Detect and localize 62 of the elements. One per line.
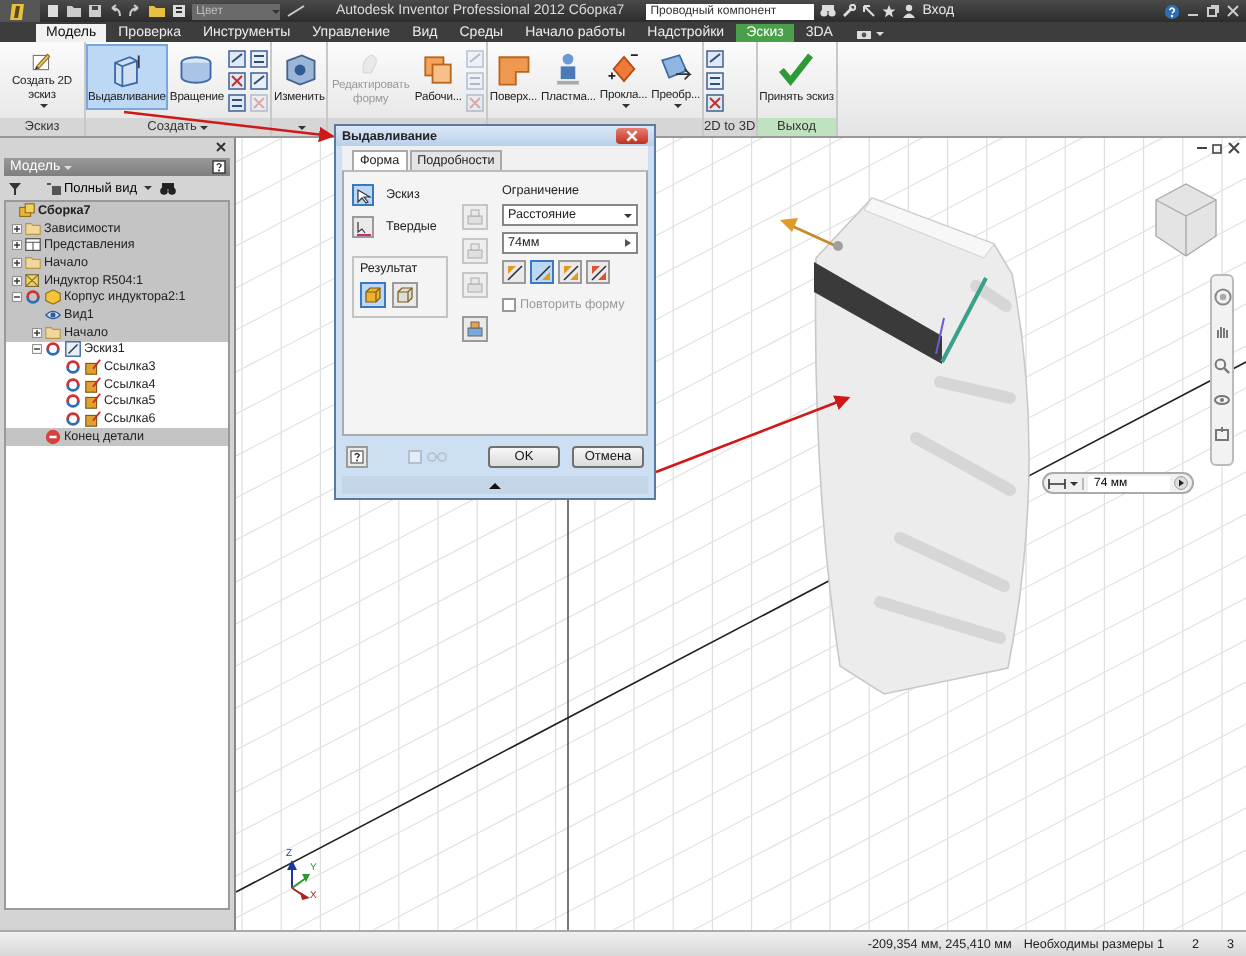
dimension-type-button[interactable] (1048, 477, 1084, 489)
apply-arrow-icon[interactable] (1174, 476, 1188, 490)
user-icon[interactable] (902, 4, 917, 18)
undo-icon[interactable] (108, 4, 122, 18)
close-icon[interactable] (216, 142, 226, 152)
wrench-icon[interactable] (842, 4, 857, 18)
expand-toggle-icon[interactable] (32, 344, 42, 355)
close-icon[interactable] (1228, 142, 1240, 154)
minimize-icon[interactable] (1196, 142, 1208, 154)
redo-icon[interactable] (128, 4, 142, 18)
caret-icon[interactable] (40, 104, 48, 108)
measure-icon[interactable] (286, 4, 306, 18)
help-icon[interactable] (212, 160, 226, 174)
filter-icon[interactable] (8, 181, 22, 195)
profile-select-button[interactable] (352, 184, 374, 206)
tool-icon[interactable] (228, 72, 247, 90)
solids-select-button[interactable] (352, 216, 374, 238)
direction-button[interactable] (558, 260, 582, 284)
tool-icon[interactable] (706, 72, 724, 90)
tool-icon[interactable] (228, 94, 247, 112)
app-menu-button[interactable] (0, 0, 40, 22)
view-icon (46, 181, 62, 195)
surface-icon (493, 50, 534, 90)
help-icon[interactable] (1164, 3, 1180, 19)
close-button[interactable] (616, 128, 648, 144)
cylinder-icon (176, 50, 217, 90)
folder-icon[interactable] (66, 4, 82, 18)
arrow-right-icon[interactable] (624, 238, 632, 248)
star-icon[interactable] (882, 4, 897, 18)
tool-icon[interactable] (250, 72, 269, 90)
orbit-icon[interactable] (1214, 392, 1230, 408)
coordinate-triad (287, 860, 310, 900)
caret-icon[interactable] (200, 125, 209, 129)
operation-button[interactable] (462, 316, 488, 342)
result-option-button[interactable] (360, 282, 386, 308)
parameters-icon[interactable] (172, 4, 186, 18)
new-file-icon[interactable] (46, 4, 60, 18)
zoom-icon[interactable] (1214, 358, 1230, 374)
caret-icon[interactable] (673, 104, 682, 108)
save-icon[interactable] (88, 4, 102, 18)
direction-button[interactable] (502, 260, 526, 284)
result-option-button[interactable] (392, 282, 418, 308)
diamond-icon (603, 50, 644, 88)
binoculars-icon[interactable] (820, 4, 837, 18)
folder-icon[interactable] (148, 4, 166, 18)
tool-icon[interactable] (228, 50, 247, 68)
tool-icon[interactable] (706, 94, 724, 112)
help-button[interactable] (346, 445, 368, 467)
look-at-icon[interactable] (1214, 426, 1230, 442)
steering-wheel-icon[interactable] (1213, 288, 1231, 306)
direction-arrow (780, 218, 843, 251)
check-icon (776, 50, 817, 90)
restore-icon[interactable] (1212, 142, 1224, 154)
arrow-icon[interactable] (862, 4, 877, 18)
tool-icon[interactable] (706, 50, 724, 68)
caret-icon[interactable] (621, 104, 630, 108)
binoculars-icon[interactable] (159, 181, 176, 195)
tool-icon[interactable] (250, 50, 269, 68)
camera-icon[interactable] (856, 27, 873, 39)
direction-button[interactable] (586, 260, 610, 284)
direction-button[interactable] (530, 260, 554, 284)
caret-icon[interactable] (297, 125, 306, 129)
